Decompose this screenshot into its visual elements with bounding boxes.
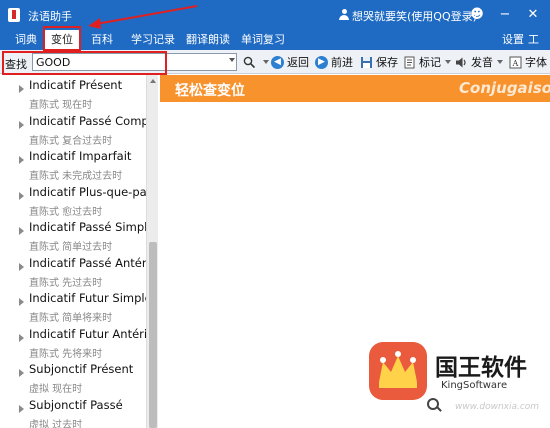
floppy-icon — [361, 56, 372, 68]
tab-study-record[interactable]: 学习记录 — [124, 30, 182, 50]
back-icon: ◀ — [271, 55, 284, 69]
list-item[interactable]: Indicatif Présent 直陈式 现在时 — [0, 75, 146, 111]
list-item[interactable]: Indicatif Passé Simple 直陈式 简单过去时 — [0, 217, 146, 253]
conjugation-banner: 轻松查变位 Conjugaison — [160, 75, 550, 102]
list-item-title: Indicatif Plus-que-parfait — [29, 185, 146, 199]
close-button[interactable]: ✕ — [524, 6, 542, 24]
list-item-title: Indicatif Présent — [29, 78, 123, 92]
list-item-title: Indicatif Passé Composé — [29, 114, 146, 128]
chevron-down-icon — [445, 60, 451, 64]
menu-bar: 词典 变位 百科 学习记录 翻译朗读 单词复习 设置 工具 — [0, 30, 550, 65]
list-scrollbar[interactable] — [146, 75, 158, 428]
list-item-subtitle: 直陈式 愈过去时 — [29, 207, 103, 218]
save-button[interactable]: 保存 — [360, 53, 398, 71]
expand-arrow-icon[interactable] — [19, 334, 24, 342]
list-item-subtitle: 直陈式 复合过去时 — [29, 136, 113, 147]
forward-button[interactable]: ▶ 前进 — [315, 53, 353, 71]
minimize-button[interactable]: − — [496, 6, 514, 24]
expand-arrow-icon[interactable] — [19, 85, 24, 93]
list-item[interactable]: Subjonctif Présent 虚拟 现在时 — [0, 359, 146, 395]
list-item-subtitle: 直陈式 简单将来时 — [29, 313, 113, 324]
title-bar: 法语助手 想哭就要笑(使用QQ登录) ☻ − ✕ — [0, 0, 550, 30]
expand-arrow-icon[interactable] — [19, 227, 24, 235]
list-item-title: Indicatif Passé Antérieur — [29, 256, 146, 270]
tab-dictionary[interactable]: 词典 — [8, 30, 44, 50]
tab-word-review[interactable]: 单词复习 — [234, 30, 292, 50]
tab-encyclopedia[interactable]: 百科 — [84, 30, 120, 50]
list-item-subtitle: 虚拟 现在时 — [29, 384, 83, 395]
list-item-title: Indicatif Futur Antérieur — [29, 327, 146, 341]
list-item-title: Subjonctif Passé — [29, 398, 123, 412]
search-input[interactable] — [32, 53, 237, 71]
forward-icon: ▶ — [315, 55, 328, 69]
list-item-title: Subjonctif Présent — [29, 362, 134, 376]
toolbar: 查找 ◀ 返回 ▶ 前进 保存 标记 — [0, 50, 550, 74]
back-label: 返回 — [287, 56, 309, 69]
list-item[interactable]: Indicatif Futur Simple 直陈式 简单将来时 — [0, 288, 146, 324]
app-logo-icon — [8, 8, 20, 22]
list-item-title: Indicatif Passé Simple — [29, 220, 146, 234]
save-label: 保存 — [376, 56, 398, 69]
list-item-title: Indicatif Imparfait — [29, 149, 132, 163]
user-icon[interactable] — [339, 9, 349, 20]
tools-menu[interactable]: 工具 — [521, 30, 550, 65]
smiley-icon[interactable]: ☻ — [468, 6, 486, 24]
list-item-subtitle: 虚拟 过去时 — [29, 420, 83, 428]
expand-arrow-icon[interactable] — [19, 192, 24, 200]
scroll-up-icon[interactable] — [150, 79, 156, 83]
font-label: 字体 — [525, 56, 547, 69]
expand-arrow-icon[interactable] — [19, 405, 24, 413]
back-button[interactable]: ◀ 返回 — [271, 53, 309, 71]
search-icon — [243, 56, 256, 68]
watermark-subtitle: KingSoftware — [441, 380, 508, 391]
forward-label: 前进 — [331, 56, 353, 69]
list-item[interactable]: Indicatif Futur Antérieur 直陈式 先将来时 — [0, 324, 146, 360]
list-item-title: Indicatif Futur Simple — [29, 291, 146, 305]
pronounce-button[interactable]: 发音 — [455, 53, 503, 71]
crown-logo-icon — [369, 342, 427, 400]
expand-arrow-icon[interactable] — [19, 298, 24, 306]
svg-text:A: A — [512, 59, 519, 68]
watermark-url: www.downxia.com — [455, 402, 540, 412]
scroll-thumb[interactable] — [149, 242, 157, 428]
chevron-down-icon[interactable] — [229, 58, 235, 62]
app-title: 法语助手 — [28, 10, 72, 23]
banner-brand-text: Conjugaison — [459, 79, 550, 97]
find-label: 查找 — [5, 58, 27, 71]
mark-label: 标记 — [419, 56, 441, 69]
expand-arrow-icon[interactable] — [19, 121, 24, 129]
expand-arrow-icon[interactable] — [19, 369, 24, 377]
watermark: 国王软件 KingSoftware — [369, 342, 539, 402]
banner-title: 轻松查变位 — [175, 83, 245, 99]
list-item[interactable]: Indicatif Plus-que-parfait 直陈式 愈过去时 — [0, 182, 146, 218]
conjugation-list: Indicatif Présent 直陈式 现在时 Indicatif Pass… — [0, 75, 146, 428]
mark-button[interactable]: 标记 — [403, 53, 451, 71]
chevron-down-icon — [263, 60, 269, 64]
tab-conjugation[interactable]: 变位 — [44, 30, 80, 50]
list-item[interactable]: Indicatif Passé Antérieur 直陈式 先过去时 — [0, 253, 146, 289]
pronounce-label: 发音 — [471, 56, 493, 69]
expand-arrow-icon[interactable] — [19, 263, 24, 271]
expand-arrow-icon[interactable] — [19, 156, 24, 164]
watermark-title: 国王软件 — [435, 355, 527, 381]
font-icon: A — [509, 56, 522, 68]
list-item-subtitle: 直陈式 简单过去时 — [29, 242, 113, 253]
bookmark-icon — [404, 56, 415, 68]
list-item-subtitle: 直陈式 现在时 — [29, 100, 93, 111]
list-item[interactable]: Indicatif Passé Composé 直陈式 复合过去时 — [0, 111, 146, 147]
tab-translate-read[interactable]: 翻译朗读 — [179, 30, 237, 50]
list-item[interactable]: Indicatif Imparfait 直陈式 未完成过去时 — [0, 146, 146, 182]
chevron-down-icon — [497, 60, 503, 64]
list-item[interactable]: Subjonctif Passé 虚拟 过去时 — [0, 395, 146, 428]
user-login-label[interactable]: 想哭就要笑(使用QQ登录) — [352, 8, 477, 24]
list-item-subtitle: 直陈式 未完成过去时 — [29, 171, 123, 182]
font-button[interactable]: A 字体 — [509, 53, 547, 71]
list-item-subtitle: 直陈式 先过去时 — [29, 278, 103, 289]
search-button[interactable] — [243, 53, 269, 71]
list-item-subtitle: 直陈式 先将来时 — [29, 349, 103, 360]
speaker-icon — [456, 57, 466, 67]
